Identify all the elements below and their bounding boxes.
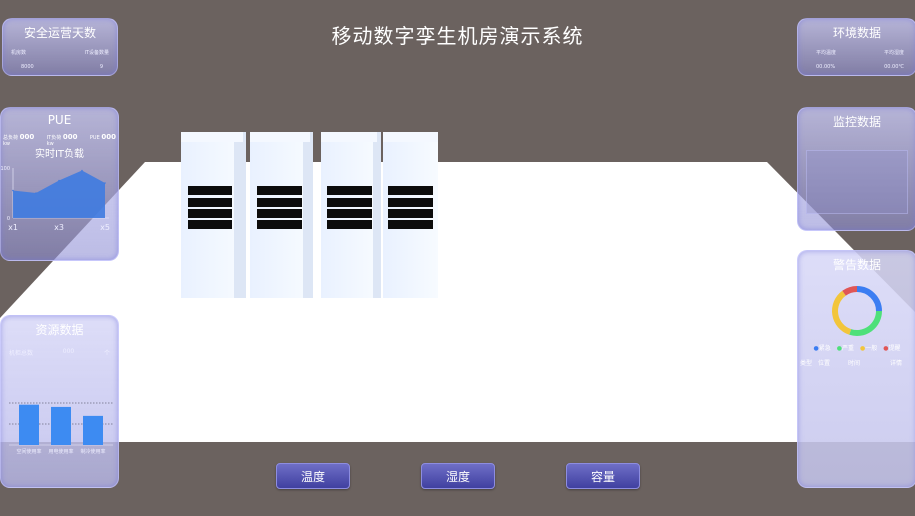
- data-point: [12, 189, 14, 192]
- data-point: [104, 182, 106, 184]
- avg-temp-value: 00.00%: [816, 64, 836, 70]
- avg-humidity-value: 00.00℃: [884, 64, 904, 70]
- environment-panel: 环境数据 平均温度 平均湿度 00.00% 00.00℃: [797, 18, 915, 76]
- warning-donut-chart: [832, 286, 882, 336]
- server-rack-3: [321, 132, 381, 298]
- category-label: 用电使用率: [48, 448, 73, 455]
- env-panel-title: 环境数据: [832, 26, 881, 40]
- data-point: [81, 169, 83, 172]
- device-count-value: 9: [99, 64, 103, 70]
- server-rack-group[interactable]: [178, 128, 443, 303]
- warning-legend: ●紧急 ●严重 ●一般 ●提醒: [798, 343, 915, 352]
- device-count-label: IT设备数量: [84, 50, 109, 56]
- x-tick-label: x5: [100, 223, 110, 232]
- resource-panel-title: 资源数据: [35, 323, 84, 337]
- it-load-subtitle: 实时IT负载: [34, 149, 85, 160]
- cabinet-total-value: 000: [62, 348, 75, 355]
- room-count-value: 8000: [21, 64, 34, 70]
- category-label: 制冷使用率: [80, 448, 105, 455]
- donut-slice: [856, 286, 882, 312]
- server-rack-4: [383, 132, 438, 298]
- safe-operation-panel: 安全运营天数 机房数 IT设备数量 8000 9: [2, 18, 118, 76]
- monitor-panel: 监控数据: [797, 107, 915, 231]
- server-rack-2: [250, 132, 313, 298]
- page-title: 移动数字孪生机房演示系统: [331, 24, 584, 48]
- it-load-area: [13, 170, 105, 218]
- room-floor: [0, 162, 915, 442]
- warning-panel: 警告数据 ●紧急 ●严重 ●一般 ●提醒 类型 位置 时间 详情: [797, 250, 915, 488]
- donut-slice: [842, 286, 858, 296]
- cabinet-total-label: 机柜总数: [9, 350, 34, 357]
- donut-slice: [832, 290, 852, 335]
- warning-panel-title: 警告数据: [832, 258, 881, 272]
- legend-item: ●一般: [860, 345, 878, 352]
- legend-item: ●紧急: [813, 345, 831, 352]
- data-point: [35, 192, 37, 194]
- safe-panel-title: 安全运营天数: [23, 26, 96, 40]
- avg-humidity-label: 平均湿度: [883, 50, 904, 56]
- resource-panel: 资源数据 机柜总数 000 个 空间使用率 用电使用率 制冷使用率: [0, 315, 119, 488]
- temperature-button[interactable]: 温度: [276, 463, 350, 489]
- x-tick-label: x3: [54, 223, 64, 232]
- y-tick-label: 100: [1, 166, 10, 172]
- humidity-button[interactable]: 湿度: [421, 463, 495, 489]
- bar: [51, 406, 71, 445]
- legend-item: ●严重: [836, 345, 854, 352]
- donut-slice: [849, 310, 882, 336]
- warning-table-header: 类型 位置 时间 详情: [800, 360, 903, 367]
- avg-temp-label: 平均温度: [816, 50, 837, 56]
- monitor-panel-title: 监控数据: [832, 115, 881, 129]
- data-point: [58, 179, 60, 182]
- pue-panel: PUE 总负荷 000 kw IT负荷 000 kw PUE 000 实时IT负载 …: [0, 107, 119, 261]
- x-tick-label: x1: [8, 223, 18, 232]
- resource-bar-chart: 空间使用率 用电使用率 制冷使用率: [9, 402, 113, 455]
- bar: [83, 415, 103, 445]
- legend-item: ●提醒: [883, 345, 901, 352]
- room-count-label: 机房数: [11, 50, 27, 56]
- cabinet-total-unit: 个: [103, 350, 110, 357]
- y-tick-label: 0: [7, 216, 10, 222]
- pue-panel-title: PUE: [47, 113, 72, 127]
- pue-stat-total: 总负荷 000 kw: [3, 133, 35, 147]
- pue-stat-pue: PUE 000: [89, 133, 116, 141]
- category-label: 空间使用率: [16, 448, 41, 455]
- capacity-button[interactable]: 容量: [566, 463, 640, 489]
- it-load-area-chart: 0 100 x1 x3 x5: [1, 166, 110, 232]
- server-rack-1: [181, 132, 246, 298]
- bar: [19, 404, 39, 445]
- monitor-video-area[interactable]: [806, 150, 908, 214]
